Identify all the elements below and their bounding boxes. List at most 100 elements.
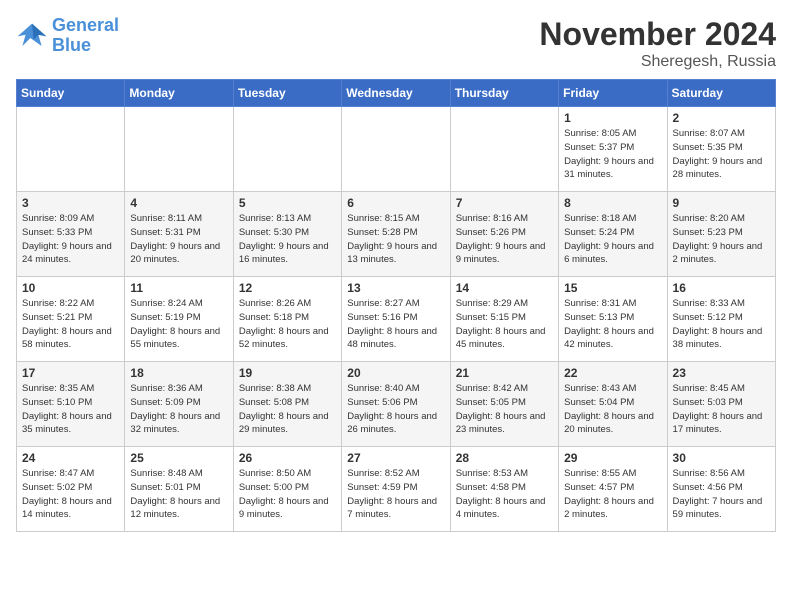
cell-info: Sunrise: 8:22 AM Sunset: 5:21 PM Dayligh… — [22, 297, 119, 352]
cell-info: Sunrise: 8:50 AM Sunset: 5:00 PM Dayligh… — [239, 467, 336, 522]
cell-info: Sunrise: 8:24 AM Sunset: 5:19 PM Dayligh… — [130, 297, 227, 352]
cell-info: Sunrise: 8:27 AM Sunset: 5:16 PM Dayligh… — [347, 297, 444, 352]
day-number: 17 — [22, 366, 119, 380]
calendar-cell: 20Sunrise: 8:40 AM Sunset: 5:06 PM Dayli… — [342, 362, 450, 447]
day-number: 11 — [130, 281, 227, 295]
calendar-cell: 6 Sunrise: 8:15 AM Sunset: 5:28 PM Daylig… — [342, 192, 450, 277]
day-number: 22 — [564, 366, 661, 380]
day-number: 25 — [130, 451, 227, 465]
week-row-2: 3Sunrise: 8:09 AM Sunset: 5:33 PM Daylig… — [17, 192, 776, 277]
title-area: November 2024 Sheregesh, Russia — [539, 16, 776, 71]
cell-info: Sunrise: 8:33 AM Sunset: 5:12 PM Dayligh… — [673, 297, 770, 352]
day-number: 27 — [347, 451, 444, 465]
cell-info: Sunrise: 8:36 AM Sunset: 5:09 PM Dayligh… — [130, 382, 227, 437]
calendar-cell: 24 Sunrise: 8:47 AM Sunset: 5:02 PM Dayli… — [17, 447, 125, 532]
calendar-cell: 21Sunrise: 8:42 AM Sunset: 5:05 PM Dayli… — [450, 362, 558, 447]
week-row-3: 10 Sunrise: 8:22 AM Sunset: 5:21 PM Dayli… — [17, 277, 776, 362]
calendar-cell: 23 Sunrise: 8:45 AM Sunset: 5:03 PM Dayli… — [667, 362, 775, 447]
cell-info: Sunrise: 8:29 AM Sunset: 5:15 PM Dayligh… — [456, 297, 553, 352]
calendar-cell: 22 Sunrise: 8:43 AM Sunset: 5:04 PM Dayli… — [559, 362, 667, 447]
day-number: 10 — [22, 281, 119, 295]
day-number: 2 — [673, 111, 770, 125]
day-number: 4 — [130, 196, 227, 210]
calendar-table: SundayMondayTuesdayWednesdayThursdayFrid… — [16, 79, 776, 532]
day-header-tuesday: Tuesday — [233, 80, 341, 107]
day-number: 5 — [239, 196, 336, 210]
day-number: 7 — [456, 196, 553, 210]
cell-info: Sunrise: 8:07 AM Sunset: 5:35 PM Dayligh… — [673, 127, 770, 182]
cell-info: Sunrise: 8:38 AM Sunset: 5:08 PM Dayligh… — [239, 382, 336, 437]
cell-info: Sunrise: 8:18 AM Sunset: 5:24 PM Dayligh… — [564, 212, 661, 267]
day-number: 12 — [239, 281, 336, 295]
day-number: 13 — [347, 281, 444, 295]
logo: General Blue — [16, 16, 119, 56]
week-row-5: 24 Sunrise: 8:47 AM Sunset: 5:02 PM Dayli… — [17, 447, 776, 532]
day-header-thursday: Thursday — [450, 80, 558, 107]
calendar-cell: 1 Sunrise: 8:05 AM Sunset: 5:37 PM Daylig… — [559, 107, 667, 192]
location-title: Sheregesh, Russia — [539, 53, 776, 71]
day-number: 16 — [673, 281, 770, 295]
calendar-cell: 27Sunrise: 8:52 AM Sunset: 4:59 PM Dayli… — [342, 447, 450, 532]
day-number: 26 — [239, 451, 336, 465]
cell-info: Sunrise: 8:20 AM Sunset: 5:23 PM Dayligh… — [673, 212, 770, 267]
calendar-cell: 8Sunrise: 8:18 AM Sunset: 5:24 PM Daylig… — [559, 192, 667, 277]
cell-info: Sunrise: 8:13 AM Sunset: 5:30 PM Dayligh… — [239, 212, 336, 267]
cell-info: Sunrise: 8:26 AM Sunset: 5:18 PM Dayligh… — [239, 297, 336, 352]
calendar-cell: 15 Sunrise: 8:31 AM Sunset: 5:13 PM Dayli… — [559, 277, 667, 362]
day-header-friday: Friday — [559, 80, 667, 107]
day-header-saturday: Saturday — [667, 80, 775, 107]
week-row-4: 17 Sunrise: 8:35 AM Sunset: 5:10 PM Dayli… — [17, 362, 776, 447]
calendar-cell: 25 Sunrise: 8:48 AM Sunset: 5:01 PM Dayli… — [125, 447, 233, 532]
cell-info: Sunrise: 8:35 AM Sunset: 5:10 PM Dayligh… — [22, 382, 119, 437]
day-number: 6 — [347, 196, 444, 210]
day-number: 19 — [239, 366, 336, 380]
cell-info: Sunrise: 8:15 AM Sunset: 5:28 PM Dayligh… — [347, 212, 444, 267]
cell-info: Sunrise: 8:47 AM Sunset: 5:02 PM Dayligh… — [22, 467, 119, 522]
calendar-cell: 4 Sunrise: 8:11 AM Sunset: 5:31 PM Daylig… — [125, 192, 233, 277]
day-number: 23 — [673, 366, 770, 380]
calendar-cell — [17, 107, 125, 192]
day-number: 28 — [456, 451, 553, 465]
calendar-cell: 16 Sunrise: 8:33 AM Sunset: 5:12 PM Dayli… — [667, 277, 775, 362]
calendar-cell: 28Sunrise: 8:53 AM Sunset: 4:58 PM Dayli… — [450, 447, 558, 532]
logo-text: General Blue — [52, 16, 119, 56]
cell-info: Sunrise: 8:05 AM Sunset: 5:37 PM Dayligh… — [564, 127, 661, 182]
cell-info: Sunrise: 8:45 AM Sunset: 5:03 PM Dayligh… — [673, 382, 770, 437]
calendar-cell — [233, 107, 341, 192]
calendar-cell — [342, 107, 450, 192]
calendar-cell: 2 Sunrise: 8:07 AM Sunset: 5:35 PM Daylig… — [667, 107, 775, 192]
cell-info: Sunrise: 8:31 AM Sunset: 5:13 PM Dayligh… — [564, 297, 661, 352]
day-number: 1 — [564, 111, 661, 125]
calendar-cell: 14 Sunrise: 8:29 AM Sunset: 5:15 PM Dayli… — [450, 277, 558, 362]
calendar-cell: 29Sunrise: 8:55 AM Sunset: 4:57 PM Dayli… — [559, 447, 667, 532]
day-number: 18 — [130, 366, 227, 380]
cell-info: Sunrise: 8:43 AM Sunset: 5:04 PM Dayligh… — [564, 382, 661, 437]
day-number: 14 — [456, 281, 553, 295]
calendar-cell: 7Sunrise: 8:16 AM Sunset: 5:26 PM Daylig… — [450, 192, 558, 277]
calendar-cell — [125, 107, 233, 192]
day-number: 30 — [673, 451, 770, 465]
calendar-cell: 12 Sunrise: 8:26 AM Sunset: 5:18 PM Dayli… — [233, 277, 341, 362]
calendar-cell: 11 Sunrise: 8:24 AM Sunset: 5:19 PM Dayli… — [125, 277, 233, 362]
calendar-cell — [450, 107, 558, 192]
week-row-1: 1 Sunrise: 8:05 AM Sunset: 5:37 PM Daylig… — [17, 107, 776, 192]
day-header-wednesday: Wednesday — [342, 80, 450, 107]
day-header-sunday: Sunday — [17, 80, 125, 107]
calendar-cell: 9 Sunrise: 8:20 AM Sunset: 5:23 PM Daylig… — [667, 192, 775, 277]
logo-line1: General — [52, 15, 119, 35]
calendar-cell: 19 Sunrise: 8:38 AM Sunset: 5:08 PM Dayli… — [233, 362, 341, 447]
day-number: 3 — [22, 196, 119, 210]
day-number: 9 — [673, 196, 770, 210]
month-title: November 2024 — [539, 16, 776, 53]
cell-info: Sunrise: 8:55 AM Sunset: 4:57 PM Dayligh… — [564, 467, 661, 522]
day-number: 24 — [22, 451, 119, 465]
cell-info: Sunrise: 8:48 AM Sunset: 5:01 PM Dayligh… — [130, 467, 227, 522]
day-number: 15 — [564, 281, 661, 295]
day-number: 20 — [347, 366, 444, 380]
calendar-cell: 18 Sunrise: 8:36 AM Sunset: 5:09 PM Dayli… — [125, 362, 233, 447]
calendar-cell: 17 Sunrise: 8:35 AM Sunset: 5:10 PM Dayli… — [17, 362, 125, 447]
header-row: SundayMondayTuesdayWednesdayThursdayFrid… — [17, 80, 776, 107]
cell-info: Sunrise: 8:11 AM Sunset: 5:31 PM Dayligh… — [130, 212, 227, 267]
header: General Blue November 2024 Sheregesh, Ru… — [16, 16, 776, 71]
calendar-cell: 26 Sunrise: 8:50 AM Sunset: 5:00 PM Dayli… — [233, 447, 341, 532]
